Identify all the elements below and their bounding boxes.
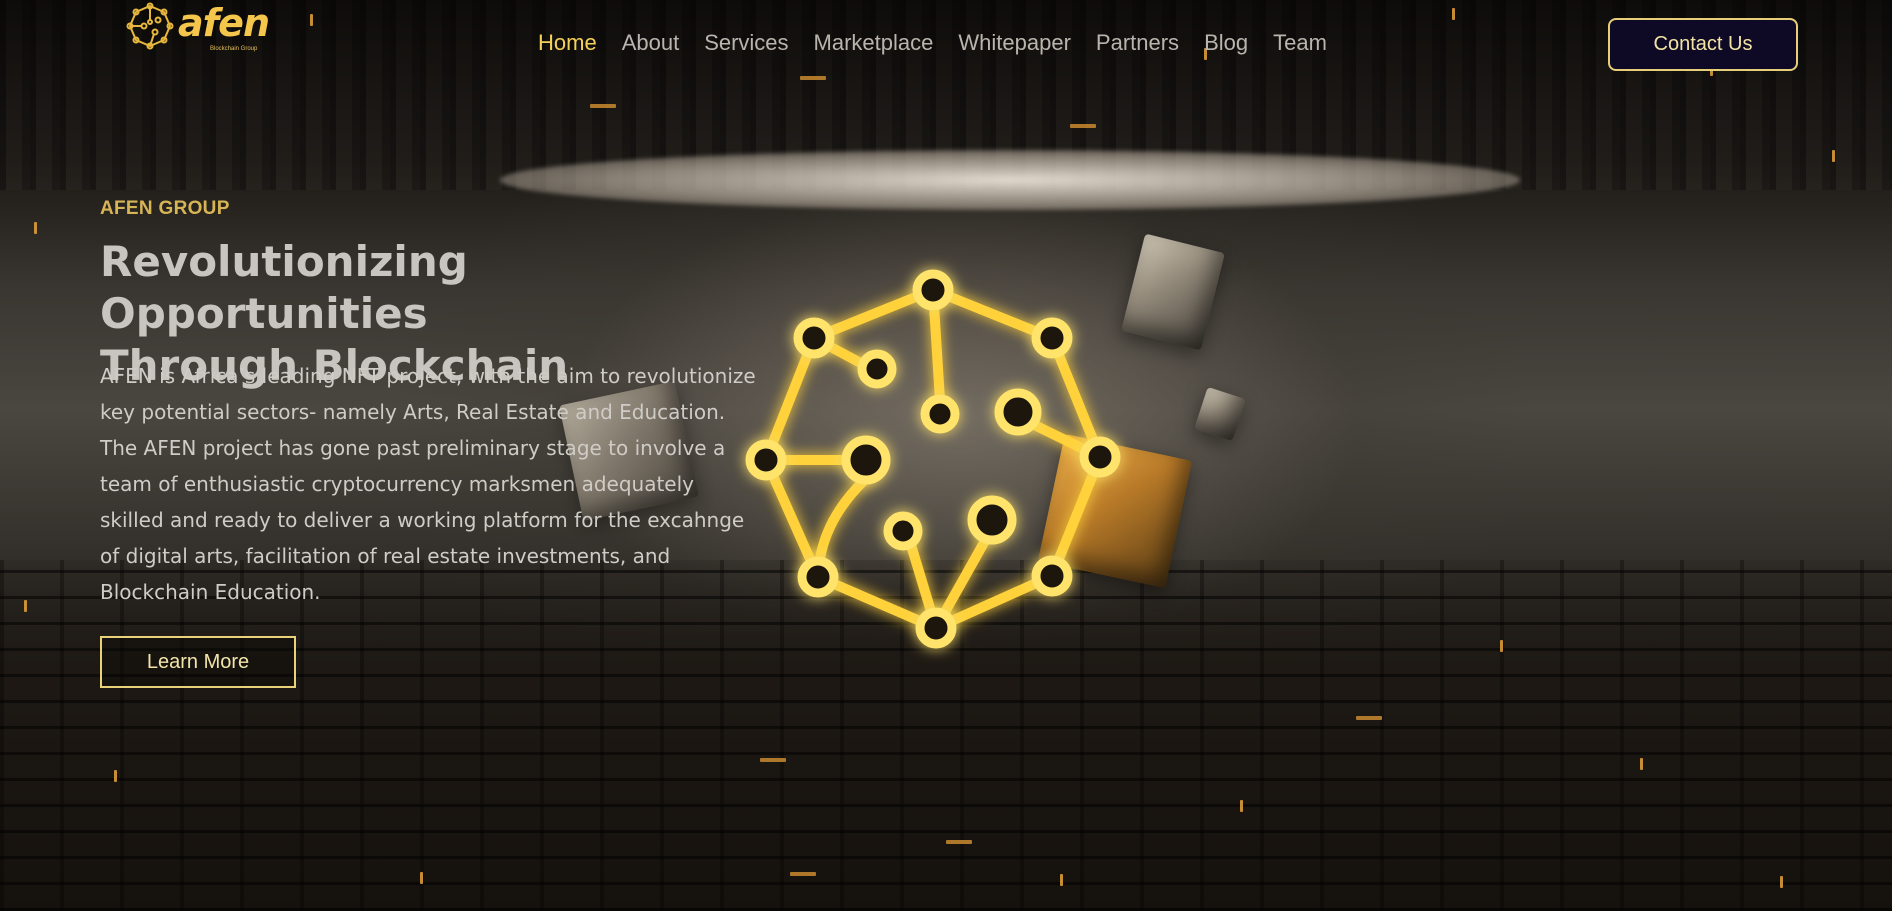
afen-network-emblem-icon [745,269,1121,649]
nav-item-services[interactable]: Services [704,30,788,56]
ember-light [1780,876,1783,888]
ember-light [590,104,616,108]
main-nav: Home About Services Marketplace Whitepap… [538,30,1327,56]
nav-item-team[interactable]: Team [1273,30,1327,56]
ember-light [420,872,423,884]
ember-light [24,600,27,612]
background-light-disc [500,150,1520,210]
ember-light [34,222,37,234]
site-header: afen Blockchain Group Home About Service… [0,0,1892,90]
nav-item-blog[interactable]: Blog [1204,30,1248,56]
learn-more-button[interactable]: Learn More [100,636,296,688]
ember-light [114,770,117,782]
hero-description: AFEN is Africa’s leading NFT project, wi… [100,364,756,604]
ember-light [790,872,816,876]
ember-light [1640,758,1643,770]
ember-light [1240,800,1243,812]
contact-us-button[interactable]: Contact Us [1608,18,1798,71]
ember-light [1060,874,1063,886]
nav-item-whitepaper[interactable]: Whitepaper [958,30,1071,56]
nav-item-home[interactable]: Home [538,30,597,56]
ember-light [1500,640,1503,652]
hero-eyebrow: AFEN GROUP [100,198,230,219]
nav-item-marketplace[interactable]: Marketplace [814,30,934,56]
ember-light [1070,124,1096,128]
hero-title-line1: Revolutionizing Opportunities [100,237,468,338]
logo-wordmark[interactable]: afen [178,4,270,42]
logo-tagline: Blockchain Group [210,46,258,52]
nav-item-about[interactable]: About [622,30,680,56]
ember-light [1832,150,1835,162]
ember-light [760,758,786,762]
nav-item-partners[interactable]: Partners [1096,30,1179,56]
ember-light [946,840,972,844]
ember-light [1356,716,1382,720]
